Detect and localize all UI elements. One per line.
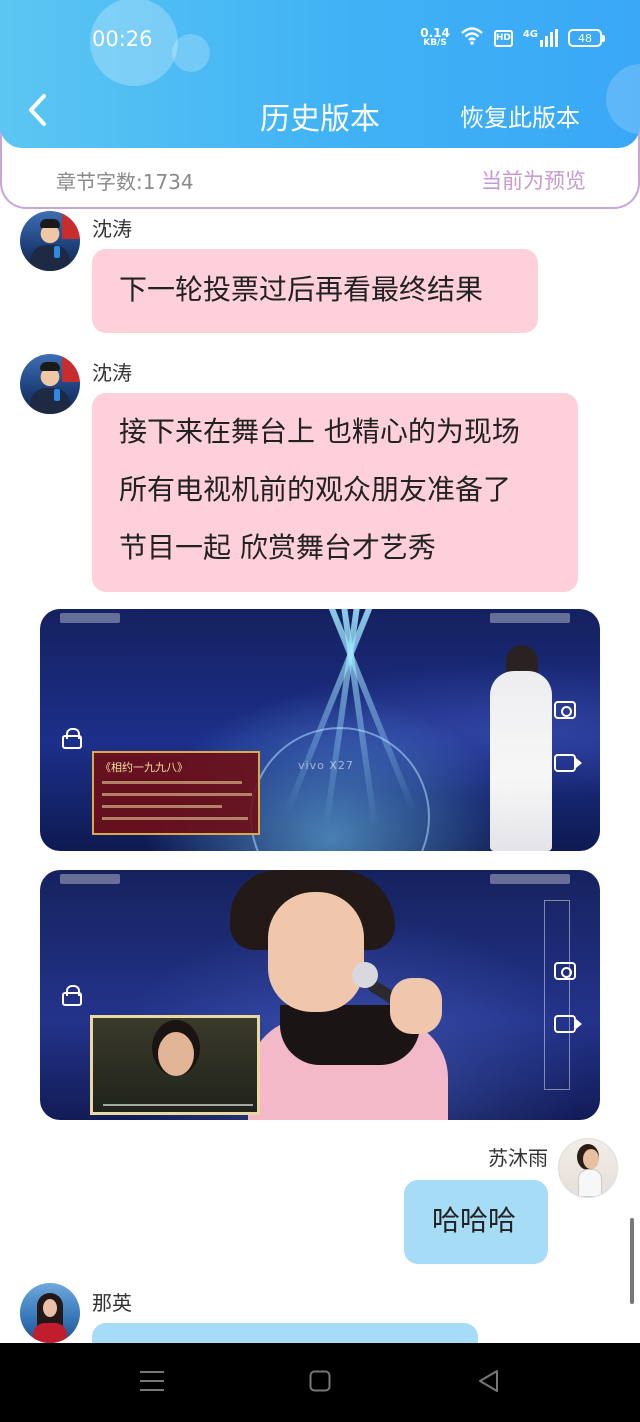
- chapter-word-count: 章节字数:1734: [56, 170, 194, 194]
- microphone: [352, 962, 378, 988]
- song-caption-box: 《相约一九九八》: [92, 751, 260, 835]
- sender-name: 苏沐雨: [488, 1146, 548, 1170]
- battery-icon: 48: [568, 29, 605, 47]
- avatar-shentao[interactable]: [20, 354, 80, 414]
- message-text: 节目一起 欣赏舞台才艺秀: [119, 531, 436, 564]
- lock-icon[interactable]: [62, 728, 82, 749]
- avatar-detail: [54, 246, 60, 258]
- back-nav-button[interactable]: [468, 1363, 508, 1403]
- inset-singer: [158, 1032, 194, 1076]
- avatar-detail: [62, 211, 80, 239]
- sender-name: 那英: [92, 1291, 132, 1315]
- caption-line: [102, 817, 248, 820]
- inset-caption: [103, 1092, 253, 1106]
- app-header: 00:26 0.14 KB/S HD 4G 48 历史版本 恢复此版本: [0, 0, 640, 148]
- triangle-back-icon: [477, 1369, 499, 1397]
- avatar-detail: [62, 354, 80, 382]
- singer-figure: [390, 978, 442, 1034]
- avatar-shentao[interactable]: [20, 211, 80, 271]
- side-caption: [544, 900, 570, 1090]
- menu-button[interactable]: [132, 1363, 172, 1403]
- message-bubble[interactable]: 下一轮投票过后再看最终结果: [92, 249, 538, 333]
- video-message[interactable]: vivo X27 《相约一九九八》: [40, 609, 600, 851]
- avatar-detail: [33, 1323, 67, 1343]
- avatar-naying[interactable]: [20, 1283, 80, 1343]
- channel-logo: [60, 874, 120, 884]
- avatar-detail: [578, 1169, 602, 1197]
- home-button[interactable]: [300, 1363, 340, 1403]
- system-nav-bar: [0, 1343, 640, 1422]
- preview-status-label: 当前为预览: [481, 169, 586, 193]
- message-bubble[interactable]: 哈哈哈: [404, 1180, 548, 1264]
- sender-name: 沈涛: [92, 217, 132, 241]
- avatar-detail: [40, 362, 60, 371]
- camera-icon[interactable]: [554, 701, 576, 719]
- chat-history[interactable]: 沈涛 下一轮投票过后再看最终结果 沈涛 接下来在舞台上 也精心的为现场 所有电视…: [0, 209, 640, 1343]
- channel-logo: [490, 874, 570, 884]
- message-text: 所有电视机前的观众朋友准备了: [119, 473, 512, 506]
- record-icon[interactable]: [554, 754, 582, 772]
- avatar-detail: [43, 1299, 57, 1317]
- caption-line: [102, 805, 222, 808]
- header-decoration-bubble: [172, 34, 210, 72]
- avatar-sumuyu[interactable]: [558, 1138, 618, 1198]
- singer-figure: [490, 671, 552, 851]
- signal-label: 4G: [522, 29, 538, 40]
- avatar-detail: [54, 389, 60, 401]
- inset-video: [90, 1015, 260, 1115]
- battery-level: 48: [578, 31, 592, 45]
- sponsor-logo: vivo X27: [298, 759, 354, 772]
- square-home-icon: [309, 1370, 331, 1396]
- avatar-detail: [30, 388, 70, 414]
- caption-line: [102, 781, 242, 784]
- camera-icon[interactable]: [554, 962, 576, 980]
- menu-icon: [140, 1370, 164, 1396]
- avatar-detail: [583, 1149, 599, 1169]
- signal-icon: 4G: [523, 29, 558, 47]
- network-speed: 0.14 KB/S: [420, 26, 450, 48]
- message-bubble[interactable]: 接下来在舞台上 也精心的为现场 所有电视机前的观众朋友准备了 节目一起 欣赏舞台…: [92, 393, 578, 592]
- network-speed-unit: KB/S: [423, 38, 447, 48]
- caption-line: [102, 793, 252, 796]
- video-message[interactable]: [40, 870, 600, 1120]
- scrollbar[interactable]: [630, 1218, 634, 1304]
- message-text: 接下来在舞台上 也精心的为现场: [119, 415, 520, 448]
- message-bubble[interactable]: [92, 1323, 478, 1343]
- avatar-detail: [30, 245, 70, 271]
- singer-figure: [268, 892, 364, 1012]
- channel-logo: [490, 613, 570, 623]
- message-text: 下一轮投票过后再看最终结果: [119, 273, 484, 306]
- message-text: 哈哈哈: [432, 1204, 517, 1237]
- avatar-detail: [40, 219, 60, 228]
- wifi-icon: [460, 26, 484, 50]
- network-speed-value: 0.14: [420, 26, 450, 40]
- channel-logo: [60, 613, 120, 623]
- status-time: 00:26: [92, 27, 153, 51]
- status-icons: 0.14 KB/S HD 4G 48: [420, 26, 605, 50]
- song-title: 《相约一九九八》: [100, 761, 188, 774]
- stage-ring: [250, 727, 430, 851]
- restore-version-button[interactable]: 恢复此版本: [460, 98, 580, 133]
- hd-icon: HD: [493, 29, 513, 47]
- sender-name: 沈涛: [92, 361, 132, 385]
- record-icon[interactable]: [554, 1015, 582, 1033]
- lock-icon[interactable]: [62, 985, 82, 1006]
